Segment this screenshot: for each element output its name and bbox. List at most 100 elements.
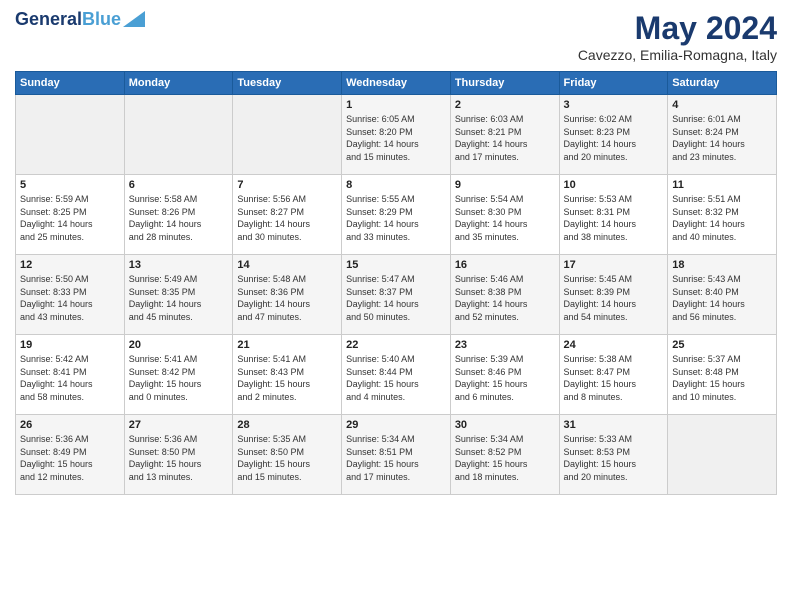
calendar-cell: 22 Sunrise: 5:40 AMSunset: 8:44 PMDayligh…: [342, 335, 451, 415]
day-number: 20: [129, 339, 229, 351]
calendar-cell: 5Sunrise: 5:59 AMSunset: 8:25 PMDaylight…: [16, 175, 125, 255]
col-wednesday: Wednesday: [342, 72, 451, 95]
day-number: 7: [237, 179, 337, 191]
day-info: Sunrise: 5:39 AMSunset: 8:46 PMDaylight:…: [455, 353, 555, 403]
day-info: Sunrise: 5:49 AMSunset: 8:35 PMDaylight:…: [129, 273, 229, 323]
calendar-cell: 26 Sunrise: 5:36 AMSunset: 8:49 PMDayligh…: [16, 415, 125, 495]
day-number: 28: [237, 419, 337, 431]
calendar-cell: 9Sunrise: 5:54 AMSunset: 8:30 PMDaylight…: [450, 175, 559, 255]
calendar-cell: [124, 95, 233, 175]
calendar-cell: 21Sunrise: 5:41 AMSunset: 8:43 PMDayligh…: [233, 335, 342, 415]
calendar-week-2: 5Sunrise: 5:59 AMSunset: 8:25 PMDaylight…: [16, 175, 777, 255]
day-info: Sunrise: 5:41 AMSunset: 8:43 PMDaylight:…: [237, 353, 337, 403]
col-friday: Friday: [559, 72, 668, 95]
day-info: Sunrise: 5:50 AMSunset: 8:33 PMDaylight:…: [20, 273, 120, 323]
calendar-cell: 31Sunrise: 5:33 AMSunset: 8:53 PMDayligh…: [559, 415, 668, 495]
day-number: 18: [672, 259, 772, 271]
logo-icon: [123, 11, 145, 27]
day-number: 16: [455, 259, 555, 271]
day-info: Sunrise: 5:37 AMSunset: 8:48 PMDaylight:…: [672, 353, 772, 403]
day-info: Sunrise: 5:59 AMSunset: 8:25 PMDaylight:…: [20, 193, 120, 243]
calendar-cell: [16, 95, 125, 175]
calendar-week-5: 26 Sunrise: 5:36 AMSunset: 8:49 PMDayligh…: [16, 415, 777, 495]
calendar-cell: 19Sunrise: 5:42 AMSunset: 8:41 PMDayligh…: [16, 335, 125, 415]
calendar-cell: 23 Sunrise: 5:39 AMSunset: 8:46 PMDayligh…: [450, 335, 559, 415]
col-monday: Monday: [124, 72, 233, 95]
calendar-cell: 12 Sunrise: 5:50 AMSunset: 8:33 PMDayligh…: [16, 255, 125, 335]
calendar-cell: 15Sunrise: 5:47 AMSunset: 8:37 PMDayligh…: [342, 255, 451, 335]
header: GeneralBlue May 2024 Cavezzo, Emilia-Rom…: [15, 10, 777, 63]
day-info: Sunrise: 5:33 AMSunset: 8:53 PMDaylight:…: [564, 433, 664, 483]
day-info: Sunrise: 5:56 AMSunset: 8:27 PMDaylight:…: [237, 193, 337, 243]
logo: GeneralBlue: [15, 10, 145, 30]
day-info: Sunrise: 5:34 AMSunset: 8:52 PMDaylight:…: [455, 433, 555, 483]
day-info: Sunrise: 5:48 AMSunset: 8:36 PMDaylight:…: [237, 273, 337, 323]
calendar-cell: 28 Sunrise: 5:35 AMSunset: 8:50 PMDayligh…: [233, 415, 342, 495]
day-info: Sunrise: 5:47 AMSunset: 8:37 PMDaylight:…: [346, 273, 446, 323]
day-number: 6: [129, 179, 229, 191]
calendar-cell: 13 Sunrise: 5:49 AMSunset: 8:35 PMDayligh…: [124, 255, 233, 335]
calendar-cell: 7 Sunrise: 5:56 AMSunset: 8:27 PMDaylight…: [233, 175, 342, 255]
calendar-cell: 18 Sunrise: 5:43 AMSunset: 8:40 PMDayligh…: [668, 255, 777, 335]
day-info: Sunrise: 5:43 AMSunset: 8:40 PMDaylight:…: [672, 273, 772, 323]
calendar-body: 1Sunrise: 6:05 AMSunset: 8:20 PMDaylight…: [16, 95, 777, 495]
day-number: 30: [455, 419, 555, 431]
day-info: Sunrise: 5:34 AMSunset: 8:51 PMDaylight:…: [346, 433, 446, 483]
day-info: Sunrise: 5:46 AMSunset: 8:38 PMDaylight:…: [455, 273, 555, 323]
day-number: 10: [564, 179, 664, 191]
day-info: Sunrise: 5:53 AMSunset: 8:31 PMDaylight:…: [564, 193, 664, 243]
day-number: 17: [564, 259, 664, 271]
title-block: May 2024 Cavezzo, Emilia-Romagna, Italy: [578, 10, 777, 63]
col-tuesday: Tuesday: [233, 72, 342, 95]
day-info: Sunrise: 6:02 AMSunset: 8:23 PMDaylight:…: [564, 113, 664, 163]
day-number: 4: [672, 99, 772, 111]
calendar-cell: 8 Sunrise: 5:55 AMSunset: 8:29 PMDaylight…: [342, 175, 451, 255]
day-number: 26: [20, 419, 120, 431]
calendar-cell: 6Sunrise: 5:58 AMSunset: 8:26 PMDaylight…: [124, 175, 233, 255]
day-number: 22: [346, 339, 446, 351]
day-number: 25: [672, 339, 772, 351]
location: Cavezzo, Emilia-Romagna, Italy: [578, 47, 777, 63]
day-number: 12: [20, 259, 120, 271]
day-number: 13: [129, 259, 229, 271]
day-info: Sunrise: 5:35 AMSunset: 8:50 PMDaylight:…: [237, 433, 337, 483]
day-info: Sunrise: 6:01 AMSunset: 8:24 PMDaylight:…: [672, 113, 772, 163]
calendar-week-4: 19Sunrise: 5:42 AMSunset: 8:41 PMDayligh…: [16, 335, 777, 415]
day-info: Sunrise: 5:41 AMSunset: 8:42 PMDaylight:…: [129, 353, 229, 403]
calendar-cell: 11Sunrise: 5:51 AMSunset: 8:32 PMDayligh…: [668, 175, 777, 255]
day-info: Sunrise: 5:36 AMSunset: 8:49 PMDaylight:…: [20, 433, 120, 483]
header-row: Sunday Monday Tuesday Wednesday Thursday…: [16, 72, 777, 95]
calendar-cell: 14 Sunrise: 5:48 AMSunset: 8:36 PMDayligh…: [233, 255, 342, 335]
calendar-table: Sunday Monday Tuesday Wednesday Thursday…: [15, 71, 777, 495]
calendar-cell: 17 Sunrise: 5:45 AMSunset: 8:39 PMDayligh…: [559, 255, 668, 335]
day-number: 3: [564, 99, 664, 111]
col-thursday: Thursday: [450, 72, 559, 95]
calendar-cell: 10 Sunrise: 5:53 AMSunset: 8:31 PMDayligh…: [559, 175, 668, 255]
day-info: Sunrise: 5:40 AMSunset: 8:44 PMDaylight:…: [346, 353, 446, 403]
col-saturday: Saturday: [668, 72, 777, 95]
page-container: GeneralBlue May 2024 Cavezzo, Emilia-Rom…: [0, 0, 792, 612]
calendar-cell: [233, 95, 342, 175]
day-number: 9: [455, 179, 555, 191]
calendar-cell: 24 Sunrise: 5:38 AMSunset: 8:47 PMDayligh…: [559, 335, 668, 415]
calendar-cell: 25 Sunrise: 5:37 AMSunset: 8:48 PMDayligh…: [668, 335, 777, 415]
calendar-week-1: 1Sunrise: 6:05 AMSunset: 8:20 PMDaylight…: [16, 95, 777, 175]
day-number: 23: [455, 339, 555, 351]
day-info: Sunrise: 5:36 AMSunset: 8:50 PMDaylight:…: [129, 433, 229, 483]
calendar-cell: 4 Sunrise: 6:01 AMSunset: 8:24 PMDaylight…: [668, 95, 777, 175]
day-number: 2: [455, 99, 555, 111]
day-info: Sunrise: 5:45 AMSunset: 8:39 PMDaylight:…: [564, 273, 664, 323]
calendar-cell: 16 Sunrise: 5:46 AMSunset: 8:38 PMDayligh…: [450, 255, 559, 335]
day-number: 14: [237, 259, 337, 271]
month-title: May 2024: [578, 10, 777, 47]
day-info: Sunrise: 5:38 AMSunset: 8:47 PMDaylight:…: [564, 353, 664, 403]
calendar-cell: 20 Sunrise: 5:41 AMSunset: 8:42 PMDayligh…: [124, 335, 233, 415]
day-info: Sunrise: 6:05 AMSunset: 8:20 PMDaylight:…: [346, 113, 446, 163]
day-number: 29: [346, 419, 446, 431]
calendar-cell: 30 Sunrise: 5:34 AMSunset: 8:52 PMDayligh…: [450, 415, 559, 495]
day-number: 24: [564, 339, 664, 351]
day-number: 19: [20, 339, 120, 351]
calendar-cell: 1Sunrise: 6:05 AMSunset: 8:20 PMDaylight…: [342, 95, 451, 175]
day-info: Sunrise: 5:55 AMSunset: 8:29 PMDaylight:…: [346, 193, 446, 243]
day-number: 8: [346, 179, 446, 191]
